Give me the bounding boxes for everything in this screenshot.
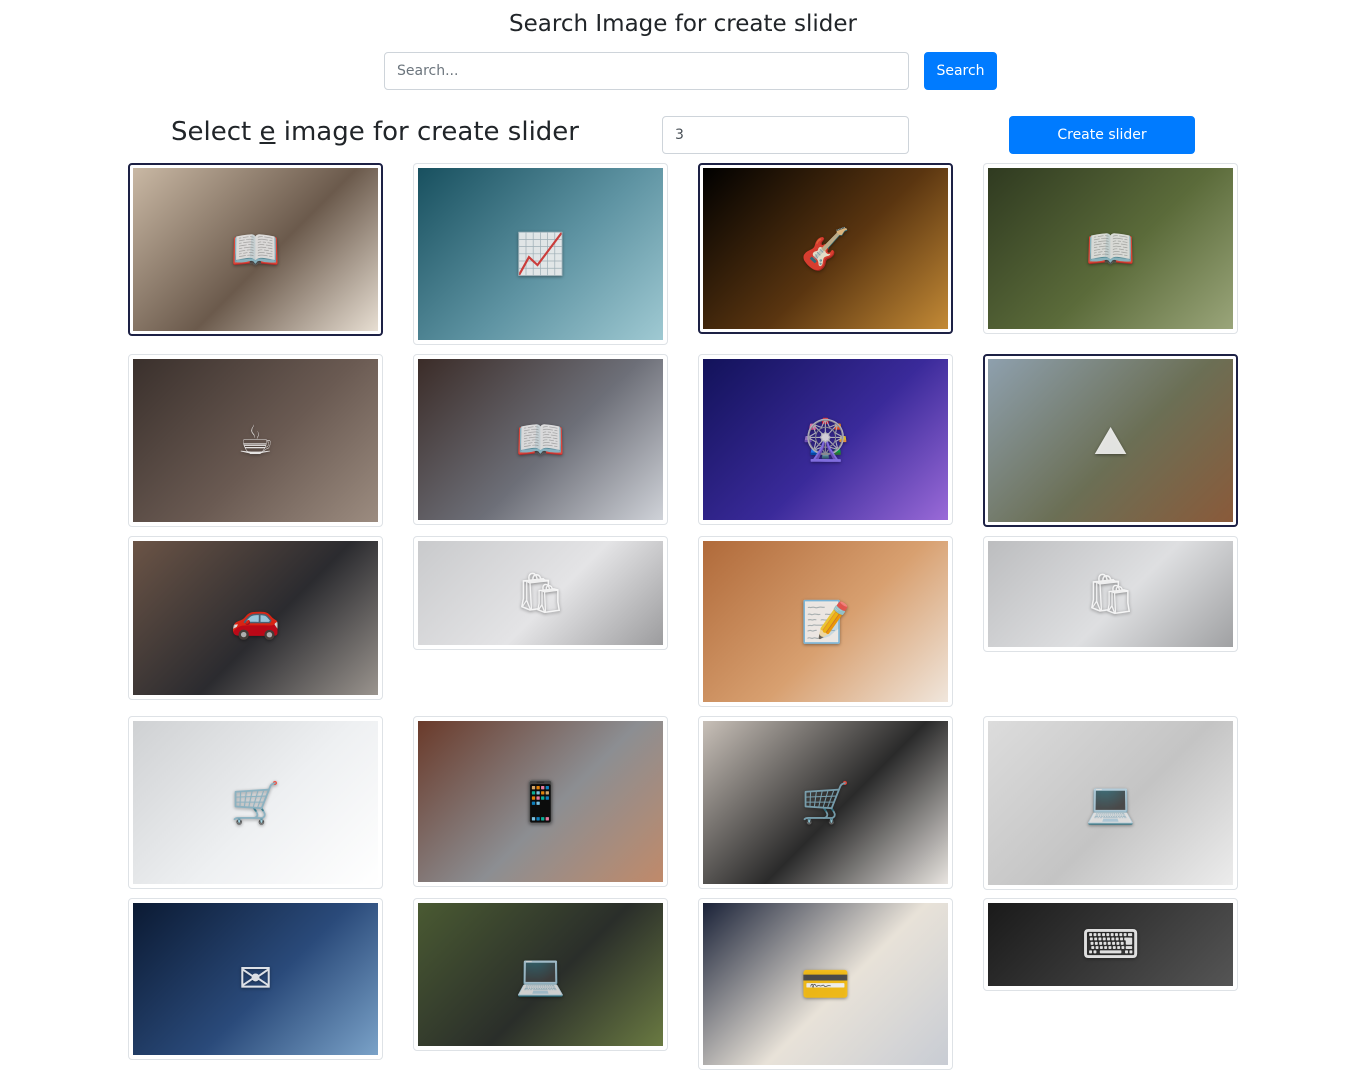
photo-ereader-coffee-icon: ☕ bbox=[237, 417, 274, 464]
gallery-thumbnail[interactable]: 🛒 bbox=[698, 716, 953, 889]
gallery-thumbnail[interactable]: 📖 bbox=[983, 163, 1238, 334]
gallery-thumbnail[interactable]: 💳 bbox=[698, 898, 953, 1070]
photo-guitar-icon: 🎸 bbox=[800, 226, 851, 272]
photo-devices-desk: 💻 bbox=[418, 903, 663, 1046]
search-button[interactable]: Search bbox=[924, 52, 997, 90]
gallery-thumbnail[interactable]: 📈 bbox=[413, 163, 668, 345]
gallery-thumbnail[interactable]: 🚗 bbox=[128, 536, 383, 700]
photo-black-keyboard: ⌨ bbox=[988, 903, 1233, 986]
photo-classic-car-icon: 🚗 bbox=[230, 595, 281, 642]
photo-stock-chart-icon: 📈 bbox=[515, 231, 566, 278]
photo-laptop-phone-icon: 📱 bbox=[515, 779, 566, 825]
photo-stock-chart: 📈 bbox=[418, 168, 663, 340]
photo-desk-notebook-icon: 📝 bbox=[800, 599, 851, 645]
photo-mountains-icon: ⛰ bbox=[1093, 417, 1128, 464]
gallery-thumbnail[interactable]: 💻 bbox=[413, 898, 668, 1051]
photo-phone-card: 💳 bbox=[703, 903, 948, 1065]
photo-devices-desk-icon: 💻 bbox=[515, 952, 566, 998]
photo-laptop-glasses-icon: 💻 bbox=[1085, 780, 1136, 827]
photo-email-hand: ✉ bbox=[133, 903, 378, 1055]
photo-black-keyboard-icon: ⌨ bbox=[1081, 921, 1140, 968]
photo-tablet-reading-icon: 📖 bbox=[230, 227, 281, 273]
photo-tablet-reading: 📖 bbox=[133, 168, 378, 331]
photo-keyboard-cart: 🛒 bbox=[133, 721, 378, 884]
photo-mountains: ⛰ bbox=[988, 359, 1233, 522]
photo-laptop-glasses: 💻 bbox=[988, 721, 1233, 885]
photo-keyboard-cart-icon: 🛒 bbox=[230, 780, 281, 826]
photo-laptop-shopping: 🛍 bbox=[988, 541, 1233, 647]
photo-tablet-shopping-icon: 🛒 bbox=[800, 780, 851, 826]
search-input[interactable] bbox=[384, 52, 909, 90]
subtitle-underlined: e bbox=[259, 117, 276, 147]
subtitle-suffix: image for create slider bbox=[275, 117, 579, 147]
gallery-thumbnail[interactable]: ⛰ bbox=[983, 354, 1238, 527]
gallery-thumbnail[interactable]: 🎡 bbox=[698, 354, 953, 525]
gallery-thumbnail[interactable]: ⌨ bbox=[983, 898, 1238, 991]
gallery-thumbnail[interactable]: 📖 bbox=[128, 163, 383, 336]
photo-ereader-coffee: ☕ bbox=[133, 359, 378, 522]
photo-ereader-hand: 📖 bbox=[418, 359, 663, 520]
gallery-thumbnail[interactable]: 🛒 bbox=[128, 716, 383, 889]
gallery-thumbnail[interactable]: 🎸 bbox=[698, 163, 953, 334]
photo-guitar: 🎸 bbox=[703, 168, 948, 329]
gallery-thumbnail[interactable]: 🛍 bbox=[983, 536, 1238, 652]
slide-count-input[interactable] bbox=[662, 116, 909, 154]
gallery-thumbnail[interactable]: 💻 bbox=[983, 716, 1238, 890]
photo-online-payment-icon: 🛍 bbox=[515, 570, 566, 617]
photo-laptop-phone: 📱 bbox=[418, 721, 663, 882]
gallery-thumbnail[interactable]: 📖 bbox=[413, 354, 668, 525]
page-title: Search Image for create slider bbox=[509, 11, 857, 37]
photo-ereader-hand-icon: 📖 bbox=[515, 417, 566, 463]
photo-ereader-grass-icon: 📖 bbox=[1085, 226, 1136, 272]
gallery-thumbnail[interactable]: 📝 bbox=[698, 536, 953, 707]
create-slider-button[interactable]: Create slider bbox=[1009, 116, 1195, 154]
photo-ferris-wheel-icon: 🎡 bbox=[800, 417, 851, 463]
gallery-thumbnail[interactable]: ✉ bbox=[128, 898, 383, 1060]
photo-email-hand-icon: ✉ bbox=[238, 956, 273, 1002]
photo-phone-card-icon: 💳 bbox=[800, 961, 851, 1008]
slider-subtitle: Select e image for create slider bbox=[171, 114, 579, 150]
photo-ereader-grass: 📖 bbox=[988, 168, 1233, 329]
gallery-thumbnail[interactable]: ☕ bbox=[128, 354, 383, 527]
photo-tablet-shopping: 🛒 bbox=[703, 721, 948, 884]
photo-classic-car: 🚗 bbox=[133, 541, 378, 695]
photo-laptop-shopping-icon: 🛍 bbox=[1085, 571, 1136, 618]
gallery-thumbnail[interactable]: 📱 bbox=[413, 716, 668, 887]
photo-online-payment: 🛍 bbox=[418, 541, 663, 645]
photo-ferris-wheel: 🎡 bbox=[703, 359, 948, 520]
gallery-thumbnail[interactable]: 🛍 bbox=[413, 536, 668, 650]
photo-desk-notebook: 📝 bbox=[703, 541, 948, 702]
subtitle-prefix: Select bbox=[171, 117, 260, 147]
